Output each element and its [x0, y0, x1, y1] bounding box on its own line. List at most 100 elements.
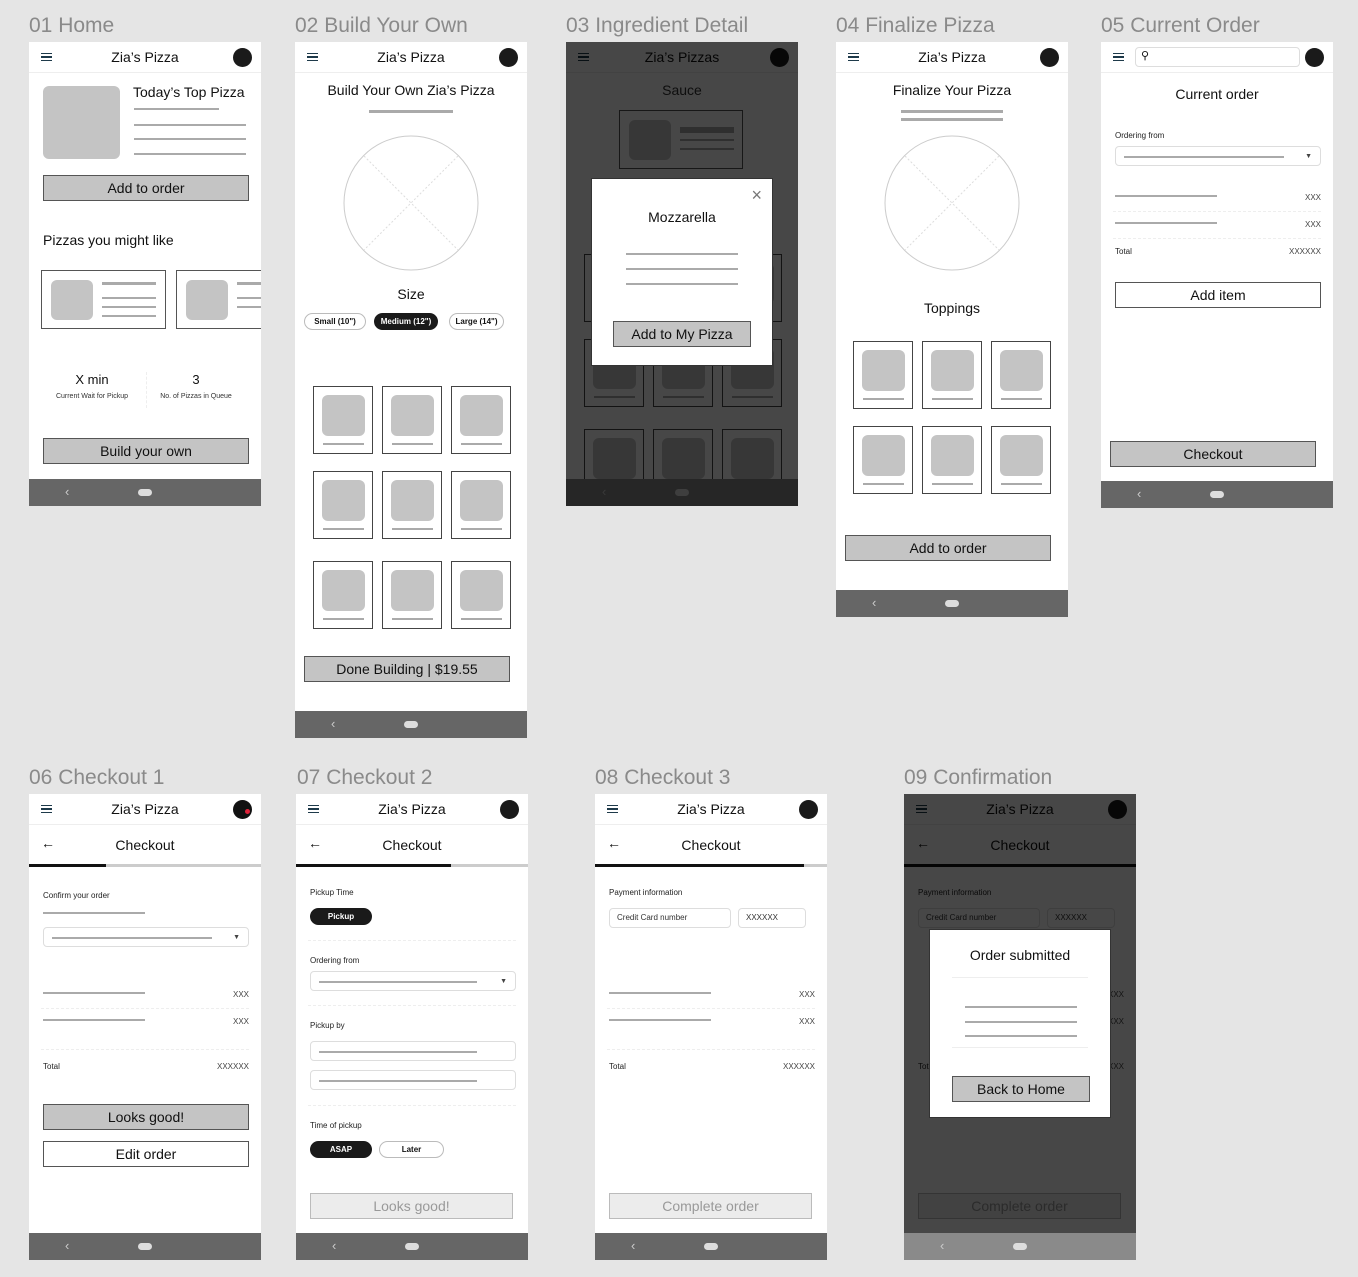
search-input[interactable]: ⚲	[1135, 47, 1300, 67]
home-icon[interactable]	[1210, 491, 1224, 498]
ingredient-tile[interactable]	[313, 471, 373, 539]
ingredient-tile[interactable]	[451, 561, 511, 629]
avatar[interactable]	[1040, 48, 1059, 67]
back-icon[interactable]: ‹	[65, 1238, 69, 1253]
divider	[308, 940, 516, 941]
back-icon[interactable]: ‹	[65, 484, 69, 499]
credit-card-input[interactable]: Credit Card number	[609, 908, 731, 928]
chevron-down-icon: ▼	[233, 934, 240, 941]
cvv-input[interactable]: XXXXXX	[738, 908, 806, 928]
text-placeholder	[102, 282, 156, 285]
ingredient-tile[interactable]	[382, 561, 442, 629]
done-building-button[interactable]: Done Building | $19.55	[304, 656, 510, 682]
ingredient-image	[322, 570, 365, 611]
text-placeholder	[102, 315, 156, 317]
divider	[41, 1008, 249, 1009]
home-icon[interactable]	[404, 721, 418, 728]
back-icon[interactable]: ‹	[331, 716, 335, 731]
size-chip-medium[interactable]: Medium (12")	[374, 313, 438, 330]
ingredient-tile[interactable]	[991, 341, 1051, 409]
app-bar: Zia’s Pizza	[29, 42, 261, 73]
pickup-chip[interactable]: Pickup	[310, 908, 372, 925]
complete-order-button[interactable]: Complete order	[609, 1193, 812, 1219]
ingredient-tile[interactable]	[313, 386, 373, 454]
app-title: Zia’s Pizza	[111, 49, 179, 65]
queue-count-label: No. of Pizzas in Queue	[160, 393, 232, 400]
ingredient-label-placeholder	[392, 618, 433, 620]
ingredient-tile[interactable]	[451, 386, 511, 454]
home-icon[interactable]	[945, 600, 959, 607]
size-chip-small[interactable]: Small (10")	[304, 313, 366, 330]
ingredient-tile[interactable]	[991, 426, 1051, 494]
suggestion-card[interactable]	[41, 270, 166, 329]
ingredient-label-placeholder	[392, 528, 433, 530]
ingredient-tile[interactable]	[382, 386, 442, 454]
ingredient-tile[interactable]	[313, 561, 373, 629]
text-placeholder	[965, 1006, 1077, 1008]
ordering-from-select[interactable]: ▼	[1115, 146, 1321, 166]
order-select[interactable]: ▼	[43, 927, 249, 947]
avatar[interactable]	[500, 800, 519, 819]
suggestion-card[interactable]	[176, 270, 261, 329]
looks-good-button[interactable]: Looks good!	[43, 1104, 249, 1130]
ingredient-tile[interactable]	[853, 341, 913, 409]
build-your-own-button[interactable]: Build your own	[43, 438, 249, 464]
back-to-home-button[interactable]: Back to Home	[952, 1076, 1090, 1102]
text-placeholder	[237, 306, 261, 308]
checkout-button[interactable]: Checkout	[1110, 441, 1316, 467]
app-bar: Zia’s Pizza	[295, 42, 527, 73]
avatar[interactable]	[1305, 48, 1324, 67]
close-icon[interactable]: ×	[751, 185, 762, 206]
add-to-order-button[interactable]: Add to order	[43, 175, 249, 201]
app-title: Zia’s Pizza	[377, 49, 445, 65]
home-icon[interactable]	[138, 489, 152, 496]
back-icon[interactable]: ‹	[631, 1238, 635, 1253]
home-icon[interactable]	[405, 1243, 419, 1250]
add-item-button[interactable]: Add item	[1115, 282, 1321, 308]
add-to-order-button[interactable]: Add to order	[845, 535, 1051, 561]
avatar[interactable]	[499, 48, 518, 67]
item-price: XXX	[1304, 193, 1321, 202]
page-title: Build Your Own Zia’s Pizza	[327, 82, 495, 98]
avatar[interactable]	[799, 800, 818, 819]
ingredient-tile[interactable]	[922, 426, 982, 494]
ingredient-tile[interactable]	[382, 471, 442, 539]
home-icon[interactable]	[704, 1243, 718, 1250]
android-nav-bar: ‹	[29, 479, 261, 506]
text-placeholder	[237, 297, 261, 299]
ingredient-tile[interactable]	[451, 471, 511, 539]
back-icon[interactable]: ‹	[1137, 486, 1141, 501]
text-placeholder	[1124, 156, 1284, 158]
ingredient-tile[interactable]	[853, 426, 913, 494]
size-chip-large[interactable]: Large (14")	[449, 313, 504, 330]
ingredient-image	[460, 570, 503, 611]
total-value: XXXXXX	[216, 1062, 249, 1071]
looks-good-button[interactable]: Looks good!	[310, 1193, 513, 1219]
progress-fill	[29, 864, 106, 867]
home-icon[interactable]	[138, 1243, 152, 1250]
back-icon[interactable]: ‹	[332, 1238, 336, 1253]
back-icon[interactable]: ‹	[872, 595, 876, 610]
avatar[interactable]	[233, 48, 252, 67]
size-label: Size	[397, 286, 425, 302]
ingredient-tile[interactable]	[922, 341, 982, 409]
time-option-asap[interactable]: ASAP	[310, 1141, 372, 1158]
pickup-by-name-input[interactable]	[310, 1041, 516, 1061]
ingredient-label-placeholder	[1001, 483, 1042, 485]
text-placeholder	[134, 138, 246, 140]
time-option-later[interactable]: Later	[379, 1141, 444, 1158]
pickup-by-phone-input[interactable]	[310, 1070, 516, 1090]
menu-icon[interactable]	[1113, 53, 1124, 61]
edit-order-button[interactable]: Edit order	[43, 1141, 249, 1167]
add-to-my-pizza-button[interactable]: Add to My Pizza	[613, 321, 751, 347]
android-nav-bar: ‹	[595, 1233, 827, 1260]
app-bar: ⚲	[1101, 42, 1333, 73]
checkout-title: Checkout	[681, 837, 741, 853]
text-placeholder	[134, 108, 219, 110]
ordering-from-select[interactable]: ▼	[310, 971, 516, 991]
page-title: Finalize Your Pizza	[892, 82, 1012, 98]
android-nav-bar: ‹	[29, 1233, 261, 1260]
text-placeholder	[102, 306, 156, 308]
back-icon: ‹	[940, 1238, 945, 1253]
cart-avatar-icon[interactable]	[233, 800, 252, 819]
